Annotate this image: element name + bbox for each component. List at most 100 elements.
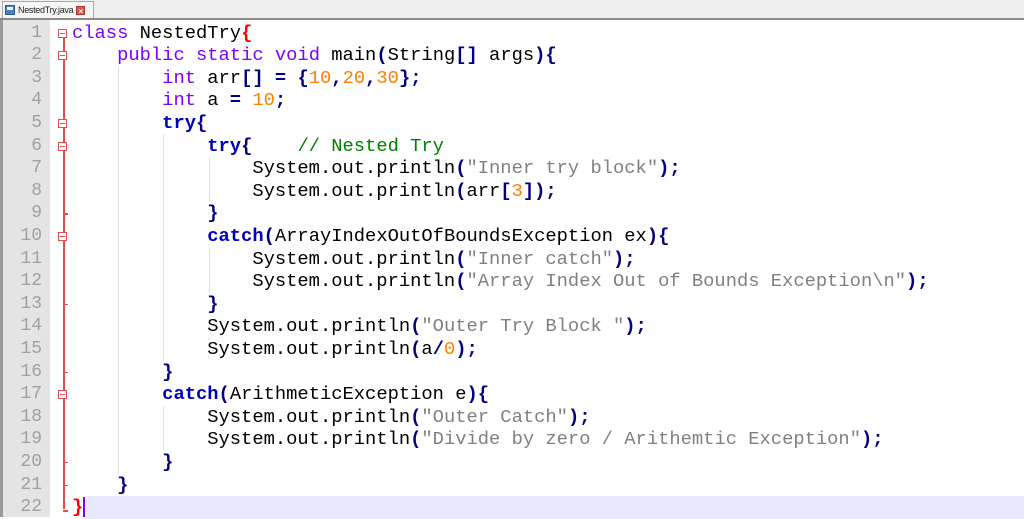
code-token: System.out.println	[72, 157, 456, 180]
fold-toggle-icon[interactable]	[58, 118, 67, 128]
line-number: 20	[20, 451, 42, 472]
line-number: 4	[31, 90, 42, 111]
code-line[interactable]: System.out.println(arr[3]);	[72, 179, 557, 203]
code-token: "Inner catch"	[466, 247, 614, 270]
line-number: 18	[20, 406, 42, 427]
code-token: int	[162, 66, 196, 89]
fold-end-marker	[63, 371, 68, 373]
code-token: (	[410, 337, 422, 360]
code-token: 10	[252, 89, 275, 112]
code-line[interactable]: int arr[] = {10,20,30};	[72, 66, 422, 90]
code-token: }	[207, 202, 219, 225]
line-number: 6	[31, 135, 42, 156]
code-token: main	[319, 44, 377, 67]
code-token: // Nested Try	[297, 134, 444, 157]
code-token: ;	[274, 89, 287, 112]
code-token: "Array Index Out of Bounds Exception\n"	[466, 270, 907, 293]
fold-margin[interactable]	[50, 20, 70, 517]
file-tab[interactable]: NestedTry.java ×	[2, 1, 94, 18]
line-number: 21	[20, 474, 42, 495]
code-line[interactable]: System.out.println("Array Index Out of B…	[72, 270, 929, 293]
fold-toggle-icon[interactable]	[58, 231, 67, 241]
line-number: 14	[20, 316, 42, 337]
fold-toggle-icon[interactable]	[58, 51, 67, 61]
code-line[interactable]: System.out.println("Outer Try Block ");	[72, 315, 647, 338]
code-line[interactable]: System.out.println(a/0);	[72, 338, 478, 361]
code-token: }	[207, 292, 219, 315]
fold-end-marker	[63, 510, 68, 512]
line-number: 8	[31, 180, 42, 201]
code-line[interactable]: }	[72, 474, 128, 497]
code-line[interactable]: System.out.println("Inner catch");	[72, 247, 636, 271]
fold-end-marker	[63, 461, 68, 464]
code-line[interactable]: System.out.println("Outer Catch");	[72, 406, 590, 429]
code-token: int	[162, 89, 196, 112]
code-token: );	[860, 428, 884, 451]
fold-range-line	[63, 34, 65, 509]
code-token: (	[263, 224, 275, 247]
code-line[interactable]: }	[72, 202, 219, 225]
code-token: };	[398, 66, 422, 89]
fold-toggle-icon[interactable]	[58, 141, 67, 151]
code-token: []	[455, 44, 478, 67]
code-token: );	[567, 405, 591, 428]
code-token: System.out.println	[72, 315, 411, 338]
code-token: {	[241, 21, 253, 44]
line-number: 11	[20, 248, 42, 269]
line-number: 17	[20, 384, 42, 405]
code-line[interactable]: catch(ArithmeticException e){	[72, 383, 489, 406]
code-token: 0	[443, 337, 456, 360]
code-token: arr	[195, 66, 242, 89]
line-number: 1	[31, 22, 42, 43]
code-line[interactable]: class NestedTry{	[72, 22, 252, 45]
indent-guide	[118, 66, 120, 474]
fold-toggle-icon[interactable]	[58, 28, 67, 38]
fold-toggle-icon[interactable]	[58, 390, 67, 400]
code-line[interactable]: }	[72, 292, 219, 316]
code-token: a	[195, 89, 230, 112]
code-token: "Outer Try Block "	[421, 315, 625, 338]
code-line[interactable]: int a = 10;	[72, 89, 286, 112]
code-line[interactable]: try{ // Nested Try	[72, 135, 444, 158]
code-token: );	[906, 270, 929, 293]
line-number: 2	[31, 45, 42, 66]
code-token: (	[410, 315, 422, 338]
code-token: }	[162, 450, 174, 473]
line-number: 19	[20, 429, 42, 450]
code-token: class	[72, 21, 129, 44]
code-token: (	[455, 247, 467, 270]
code-token: NestedTry	[128, 21, 242, 44]
code-token: 30	[376, 66, 399, 89]
code-token: 3	[511, 179, 523, 202]
code-token: }	[117, 473, 129, 496]
code-line[interactable]: try{	[72, 112, 207, 135]
code-token: ]);	[522, 179, 557, 202]
code-token: );	[613, 247, 636, 270]
code-token: arr	[466, 179, 501, 202]
code-token: );	[455, 337, 478, 360]
close-icon[interactable]: ×	[76, 5, 86, 16]
code-line[interactable]: }	[72, 496, 85, 519]
code-token: try	[207, 134, 242, 157]
code-line[interactable]: }	[72, 361, 173, 384]
code-line[interactable]: public static void main(String[] args){	[72, 44, 557, 67]
code-token: {	[195, 111, 208, 134]
code-line[interactable]: System.out.println("Divide by zero / Ari…	[72, 428, 884, 451]
code-line[interactable]: }	[72, 451, 173, 474]
code-token: "Outer Catch"	[421, 405, 568, 428]
code-editor[interactable]: 1 class NestedTry{2 public static void ma…	[0, 20, 1024, 519]
code-line[interactable]: catch(ArrayIndexOutOfBoundsException ex)…	[72, 225, 669, 248]
code-token: ArithmeticException e	[229, 383, 467, 406]
code-token: /	[432, 337, 444, 360]
